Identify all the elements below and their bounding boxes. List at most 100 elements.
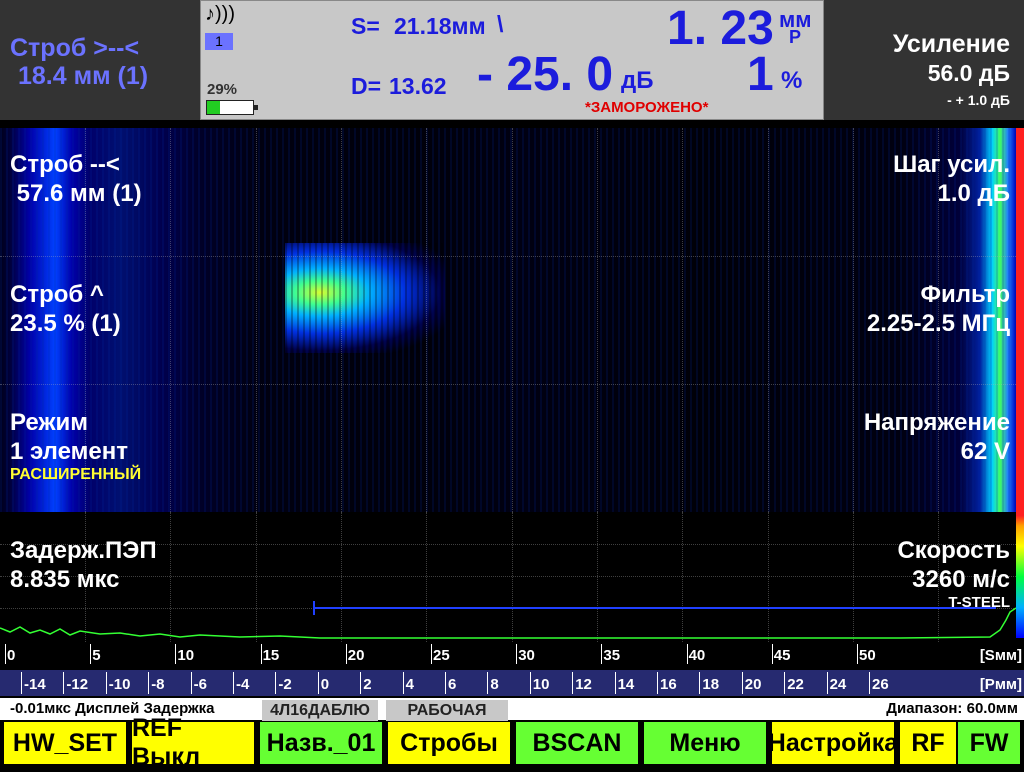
probe-delay-overlay[interactable]: Задерж.ПЭП 8.835 мкс [10,536,157,594]
ruler-s-mark [686,644,688,664]
ruler-p-mark [190,672,192,694]
gate-a-value: 18.4 мм (1) [18,62,149,90]
ruler-p-tick: 12 [575,676,592,693]
gain-label: Усиление [892,30,1010,58]
ruler-p-tick: 4 [405,676,414,693]
s-separator: \ [497,11,504,37]
ruler-s: 0 5 10 15 20 25 30 35 40 45 50 [Sмм] [0,644,1024,668]
gate-threshold-label: Строб ^ [10,281,104,308]
velocity-overlay[interactable]: Скорость 3260 м/с T-STEEL [897,536,1010,612]
ruler-p-tick: -14 [24,676,46,693]
ruler-s-tick: 25 [433,647,450,664]
gain-step-label: Шаг усил. [893,151,1010,178]
ruler-p-mark [869,672,870,694]
fw-button[interactable]: FW [958,722,1020,764]
d-label: D= [351,73,382,99]
ruler-s-tick: 20 [347,647,365,664]
settings-button[interactable]: Настройка [768,722,898,764]
velocity-label: Скорость [897,537,1010,564]
s-value: 21.18мм [394,13,486,39]
ruler-s-mark [175,644,177,664]
ruler-s-tick: 30 [518,647,535,664]
ruler-s-mark [5,644,6,664]
ruler-p-tick: 26 [872,676,889,693]
ruler-s-tick: 5 [92,647,101,664]
hw-set-button[interactable]: HW_SET [4,722,126,764]
ruler-p-mark [445,672,446,694]
ruler-s-tick: 15 [262,647,280,664]
measurement-panel: ♪))) 1 29% S= 21.18мм \ D= 13.62 - 25. 0… [200,0,824,120]
ruler-p-tick: 8 [490,676,499,693]
battery-percent: 29% [207,81,238,98]
ruler-p-tick: -6 [193,676,207,693]
mode-value: 1 элемент [10,438,128,465]
ruler-s-tick: 35 [603,647,621,664]
voltage-label: Напряжение [863,409,1010,436]
filter-overlay[interactable]: Фильтр 2.25-2.5 МГц [867,280,1010,338]
gain-value: 56.0 дБ [927,60,1010,86]
menu-button[interactable]: Меню [644,722,766,764]
ruler-p-mark [572,672,574,694]
gate-threshold-value: 23.5 % (1) [10,310,121,337]
ruler-p-mark [317,672,319,694]
db-value: - 25. 0 [477,48,614,101]
ruler-s-mark [260,644,262,664]
ruler-p-mark [105,672,107,694]
d-value: 13.62 [389,73,447,99]
battery-icon [206,100,258,115]
bscan-button[interactable]: BSCAN [516,722,638,764]
gate-threshold-overlay[interactable]: Строб ^ 23.5 % (1) [10,280,121,338]
ruler-p-mark [275,672,277,694]
rf-button[interactable]: RF [900,722,956,764]
ruler-p-tick: -4 [236,676,250,693]
mode-overlay[interactable]: Режим 1 элемент РАСШИРЕННЫЙ [10,408,141,484]
defect-indication [285,243,445,353]
ruler-p-mark [21,672,22,694]
gain-panel[interactable]: Усиление 56.0 дБ - + 1.0 дБ [824,0,1024,120]
ruler-p-tick: -12 [66,676,89,693]
gate-b-value: 57.6 мм (1) [10,180,142,207]
ruler-p-tick: 18 [702,676,720,693]
gain-step-overlay[interactable]: Шаг усил. 1.0 дБ [893,150,1010,208]
gates-button[interactable]: Стробы [388,722,510,764]
range-value[interactable]: Диапазон: 60.0мм [886,700,1018,717]
voltage-value: 62 V [960,438,1010,465]
speaker-icon: ♪))) [205,3,235,25]
ruler-p-unit: [Pмм] [979,676,1022,693]
frozen-indicator: *ЗАМОРОЖЕНО* [585,99,709,116]
gate-a-panel: Строб >--< 18.4 мм (1) [0,0,200,120]
ruler-s-mark [601,644,603,664]
gate-number-badge: 1 [205,33,233,50]
ruler-p-mark [487,672,489,694]
ref-off-button[interactable]: REF Выкл [132,714,254,771]
ruler-p-mark [233,672,234,694]
ruler-s-tick: 50 [859,647,876,664]
ruler-p-tick: 20 [744,676,762,693]
gain-step: - + 1.0 дБ [947,92,1010,108]
voltage-overlay[interactable]: Напряжение 62 V [864,408,1010,466]
mode-extended: РАСШИРЕННЫЙ [10,466,142,483]
ruler-s-unit: [Sмм] [979,647,1022,664]
probe-name-tab[interactable]: 4Л16ДАБЛЮ [262,700,378,721]
ruler-p-tick: -2 [278,676,292,693]
percent-value: 1 [747,48,774,101]
ruler-s-mark [345,644,347,664]
name-button[interactable]: Назв._01 [260,722,382,764]
ruler-p-mark [784,672,786,694]
depth-sub: Р [789,27,802,47]
ruler-s-tick: 0 [7,647,16,664]
ruler-s-mark [857,644,858,664]
ascan-trace [0,607,1016,639]
ruler-p-mark [699,672,701,694]
gate-b-overlay[interactable]: Строб --< 57.6 мм (1) [10,150,142,208]
mode-label: Режим [10,409,88,436]
ruler-p-tick: 22 [787,676,804,693]
ruler-p-mark [614,672,616,694]
working-tab[interactable]: РАБОЧАЯ [386,700,508,721]
probe-delay-label: Задерж.ПЭП [10,537,157,564]
s-label: S= [351,13,380,39]
ruler-s-tick: 45 [773,647,791,664]
ruler-p-mark [360,672,362,694]
ruler-p-mark [529,672,531,694]
ruler-p-tick: 24 [829,676,847,693]
